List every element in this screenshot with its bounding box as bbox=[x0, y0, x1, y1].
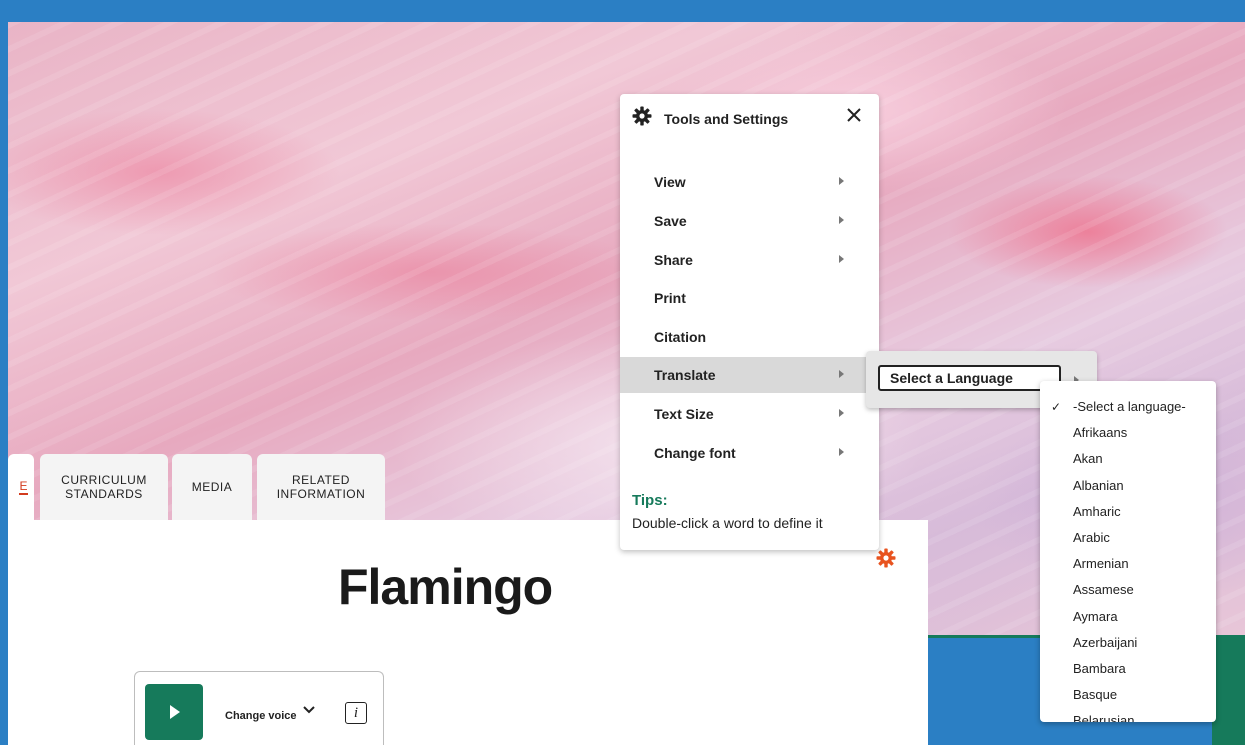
tools-settings-popup: Tools and Settings View Save Share Print… bbox=[620, 94, 879, 550]
chevron-right-icon bbox=[839, 216, 844, 224]
menu-item-citation[interactable]: Citation bbox=[620, 319, 879, 355]
tab-media-label: MEDIA bbox=[191, 480, 233, 494]
play-button[interactable] bbox=[145, 684, 203, 740]
menu-item-print[interactable]: Print bbox=[620, 280, 879, 316]
menu-item-label: View bbox=[654, 174, 686, 190]
chevron-right-icon bbox=[839, 255, 844, 263]
menu-item-text-size[interactable]: Text Size bbox=[620, 396, 879, 432]
menu-item-label: Print bbox=[654, 290, 686, 306]
menu-item-change-font[interactable]: Change font bbox=[620, 435, 879, 471]
menu-item-label: Text Size bbox=[654, 406, 714, 422]
tab-related-information-label: RELATED INFORMATION bbox=[276, 473, 366, 501]
change-voice-label[interactable]: Change voice bbox=[225, 710, 297, 722]
chevron-right-icon bbox=[839, 409, 844, 417]
menu-item-label: Save bbox=[654, 213, 687, 229]
language-option[interactable]: -Select a language- bbox=[1040, 394, 1216, 420]
page-title: Flamingo bbox=[338, 559, 553, 615]
menu-item-save[interactable]: Save bbox=[620, 203, 879, 239]
menu-item-view[interactable]: View bbox=[620, 164, 879, 200]
menu-item-translate[interactable]: Translate bbox=[620, 357, 879, 393]
tab-curriculum-standards-label: CURRICULUM STANDARDS bbox=[61, 473, 147, 501]
tab-partial[interactable]: E bbox=[8, 454, 34, 520]
language-options: -Select a language-AfrikaansAkanAlbanian… bbox=[1040, 394, 1216, 722]
menu-item-label: Share bbox=[654, 252, 693, 268]
language-option[interactable]: Afrikaans bbox=[1040, 420, 1216, 446]
menu-item-label: Translate bbox=[654, 367, 716, 383]
language-option[interactable]: Bambara bbox=[1040, 656, 1216, 682]
chevron-down-icon[interactable] bbox=[302, 702, 316, 718]
tools-title: Tools and Settings bbox=[664, 111, 789, 127]
tools-header: Tools and Settings bbox=[632, 106, 789, 132]
tab-related-information[interactable]: RELATED INFORMATION bbox=[257, 454, 385, 520]
chevron-right-icon bbox=[839, 370, 844, 378]
tips-text: Double-click a word to define it bbox=[632, 515, 823, 531]
language-option[interactable]: Azerbaijani bbox=[1040, 630, 1216, 656]
language-option[interactable]: Basque bbox=[1040, 682, 1216, 708]
language-option[interactable]: Armenian bbox=[1040, 551, 1216, 577]
tab-media[interactable]: MEDIA bbox=[172, 454, 252, 520]
language-option[interactable]: Assamese bbox=[1040, 577, 1216, 603]
menu-item-label: Change font bbox=[654, 445, 736, 461]
settings-gear-icon[interactable] bbox=[876, 548, 896, 568]
close-icon[interactable] bbox=[846, 104, 862, 128]
chevron-right-icon bbox=[839, 177, 844, 185]
menu-item-label: Citation bbox=[654, 329, 707, 345]
green-side-block bbox=[1212, 637, 1245, 745]
language-option[interactable]: Arabic bbox=[1040, 525, 1216, 551]
language-dropdown-list[interactable]: -Select a language-AfrikaansAkanAlbanian… bbox=[1040, 381, 1216, 722]
info-button[interactable]: i bbox=[345, 702, 367, 724]
chevron-right-icon bbox=[839, 448, 844, 456]
tab-curriculum-standards-line: CURRICULUM STANDARDS bbox=[61, 473, 147, 501]
gear-icon bbox=[632, 106, 656, 132]
select-language-button[interactable]: Select a Language bbox=[878, 365, 1061, 391]
tips-label: Tips: bbox=[632, 492, 668, 509]
audio-player: Change voice i bbox=[134, 671, 384, 745]
language-option[interactable]: Amharic bbox=[1040, 499, 1216, 525]
language-option[interactable]: Belarusian bbox=[1040, 708, 1216, 722]
tab-curriculum-standards[interactable]: CURRICULUM STANDARDS bbox=[40, 454, 168, 520]
language-option[interactable]: Albanian bbox=[1040, 473, 1216, 499]
language-option[interactable]: Akan bbox=[1040, 446, 1216, 472]
menu-item-share[interactable]: Share bbox=[620, 242, 879, 278]
language-option[interactable]: Aymara bbox=[1040, 604, 1216, 630]
tab-partial-label: E bbox=[19, 479, 28, 495]
